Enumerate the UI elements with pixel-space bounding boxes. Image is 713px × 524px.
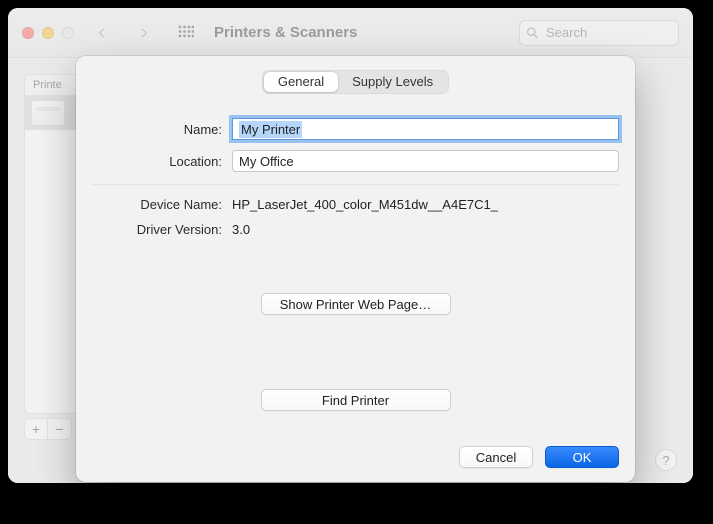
forward-button[interactable]: [130, 20, 158, 46]
printer-options-sheet: General Supply Levels Name: My Printer L…: [76, 56, 635, 482]
printer-icon: [31, 100, 65, 126]
find-printer-button[interactable]: Find Printer: [261, 389, 451, 411]
remove-printer-button[interactable]: −: [48, 418, 72, 440]
device-name-label: Device Name:: [92, 197, 222, 212]
window-controls: [22, 27, 74, 39]
show-all-button[interactable]: [172, 20, 200, 46]
tab-supply-levels[interactable]: Supply Levels: [338, 72, 447, 92]
grid-icon: [178, 25, 194, 41]
show-printer-web-page-button[interactable]: Show Printer Web Page…: [261, 293, 451, 315]
name-value: My Printer: [239, 121, 302, 138]
search-icon: [526, 26, 539, 39]
window-title: Printers & Scanners: [214, 24, 357, 41]
tab-general[interactable]: General: [264, 72, 338, 92]
toolbar: Printers & Scanners: [8, 8, 693, 58]
close-window-button[interactable]: [22, 27, 34, 39]
ok-button[interactable]: OK: [545, 446, 619, 468]
chevron-left-icon: [95, 26, 109, 40]
sheet-footer: Cancel OK: [92, 434, 619, 468]
minimize-window-button[interactable]: [42, 27, 54, 39]
search-input[interactable]: [519, 20, 679, 46]
driver-version-label: Driver Version:: [92, 222, 222, 237]
chevron-right-icon: [137, 26, 151, 40]
location-field[interactable]: My Office: [232, 150, 619, 172]
name-field[interactable]: My Printer: [232, 118, 619, 140]
location-value: My Office: [239, 154, 294, 169]
divider: [92, 184, 619, 185]
zoom-window-button[interactable]: [62, 27, 74, 39]
add-printer-button[interactable]: +: [24, 418, 48, 440]
name-label: Name:: [92, 122, 222, 137]
device-name-value: HP_LaserJet_400_color_M451dw__A4E7C1_: [232, 197, 619, 212]
help-button[interactable]: ?: [655, 449, 677, 471]
driver-version-value: 3.0: [232, 222, 619, 237]
back-button[interactable]: [88, 20, 116, 46]
location-label: Location:: [92, 154, 222, 169]
sheet-tabs: General Supply Levels: [262, 70, 449, 94]
cancel-button[interactable]: Cancel: [459, 446, 533, 468]
search-field[interactable]: [519, 20, 679, 46]
